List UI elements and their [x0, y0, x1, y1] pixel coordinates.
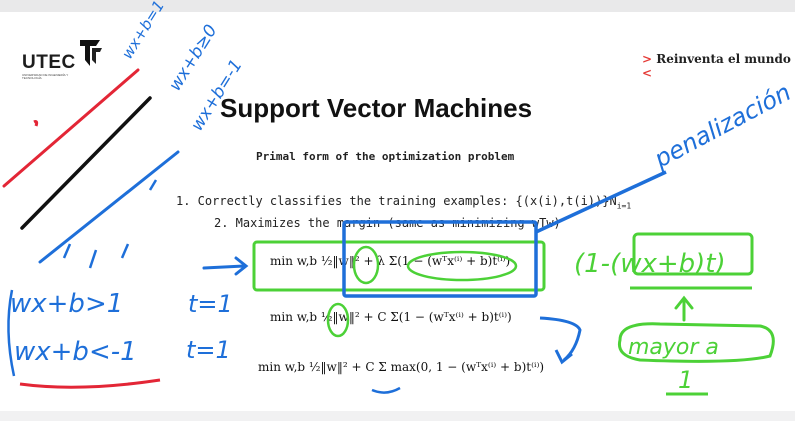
- list-item-1: 1. Correctly classifies the training exa…: [176, 194, 631, 210]
- one-label: 1: [678, 366, 693, 394]
- blue-bracket-f2: [539, 316, 582, 365]
- margin-arrows: [62, 179, 158, 269]
- formula-lambda: min w,b ½‖w‖² + λ Σ(1 − (wᵀx⁽ⁱ⁾ + b)t⁽ⁱ⁾…: [270, 254, 511, 268]
- tagline-text: Reinventa el mundo: [656, 52, 791, 66]
- formula-c: min w,b ½‖w‖² + C Σ(1 − (wᵀx⁽ⁱ⁾ + b)t⁽ⁱ⁾…: [270, 310, 512, 324]
- top-strip: [0, 0, 795, 12]
- blue-underline-f3: [371, 386, 401, 394]
- label-mid: wx+b≥0: [165, 21, 221, 94]
- penalizacion-label: penalización: [649, 78, 795, 174]
- t-2: t=1: [186, 336, 231, 364]
- utec-logo: UTEC UNIVERSIDAD DE INGENIERÍA Y TECNOLO…: [22, 38, 112, 80]
- up-arrow: [674, 295, 694, 322]
- ineq-2: wx+b<-1: [14, 337, 137, 367]
- tagline-suffix: <: [642, 66, 653, 80]
- loss-term-box: [632, 232, 754, 276]
- list-item-1-subscript: i=1: [616, 201, 632, 211]
- tagline: > Reinventa el mundo <: [642, 52, 795, 80]
- formula-hinge: min w,b ½‖w‖² + C Σ max(0, 1 − (wᵀx⁽ⁱ⁾ +…: [258, 360, 545, 374]
- red-dot: [33, 120, 39, 127]
- loss-term-label: (1-(wx+b)t): [574, 249, 726, 279]
- blue-boundary-line: [38, 150, 180, 264]
- arrow-to-formula: [202, 256, 249, 276]
- ineq-1: wx+b>1: [10, 289, 123, 319]
- mayor-a-outline: [617, 322, 775, 363]
- list-item-2: 2. Maximizes the margin (same as minimiz…: [214, 216, 561, 230]
- left-brace: [7, 289, 16, 377]
- bottom-strip: [0, 411, 795, 421]
- red-underline: [19, 378, 161, 389]
- slide-subtitle: Primal form of the optimization problem: [256, 150, 515, 163]
- logo-subtext: UNIVERSIDAD DE INGENIERÍA Y TECNOLOGÍA: [22, 73, 69, 80]
- slide-title: Support Vector Machines: [220, 93, 533, 123]
- list-item-1-text: 1. Correctly classifies the training exa…: [176, 194, 617, 208]
- mayor-a-label: mayor a: [628, 335, 719, 360]
- t-1: t=1: [188, 290, 233, 318]
- black-boundary-line: [20, 96, 152, 230]
- logo-mark-icon: [80, 40, 102, 66]
- logo-text: UTEC: [22, 52, 76, 73]
- tagline-prefix: >: [642, 52, 653, 66]
- red-boundary-line: [2, 68, 140, 188]
